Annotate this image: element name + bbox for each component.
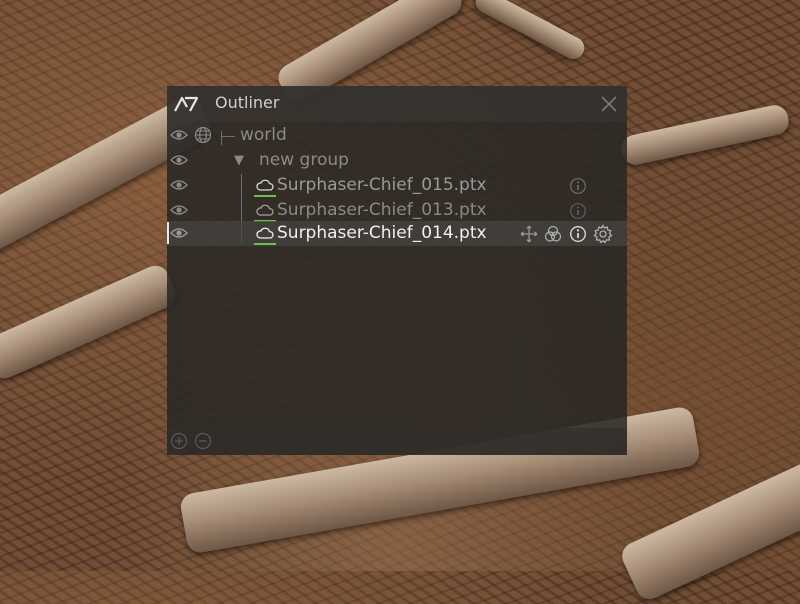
eye-icon[interactable] [170,202,188,218]
eye-icon[interactable] [170,225,188,241]
app-logo-icon [174,96,199,112]
outliner-titlebar[interactable]: Outliner [167,86,627,122]
move-icon[interactable] [520,225,538,243]
minus-icon[interactable] [194,432,212,450]
group-expand-toggle[interactable]: ▼ [234,148,244,173]
eye-icon[interactable] [170,177,188,193]
cloud-icon [256,204,274,216]
selection-marker [167,222,169,244]
background-log [618,102,792,168]
tree-label-item[interactable]: Surphaser-Chief_014.ptx [277,221,487,246]
eye-icon[interactable] [170,127,188,143]
tree-label-item[interactable]: Surphaser-Chief_015.ptx [277,173,487,198]
background-log [471,0,589,63]
plus-icon[interactable] [170,432,188,450]
tree-row-item[interactable]: Surphaser-Chief_015.ptx [167,173,627,198]
background-log [617,456,800,604]
tree-label-item[interactable]: Surphaser-Chief_013.ptx [277,198,487,223]
color-channels-icon[interactable] [544,225,562,243]
info-icon[interactable] [569,225,587,243]
cloud-icon [256,227,274,239]
tree-row-world[interactable]: world [167,123,627,148]
info-icon[interactable] [569,177,587,195]
status-underline [254,243,276,245]
tree-row-item[interactable]: Surphaser-Chief_013.ptx [167,198,627,223]
outliner-panel: Outliner world ▼ new group Surphaser-Chi… [167,86,627,455]
info-icon[interactable] [569,202,587,220]
close-icon[interactable] [599,94,619,114]
status-underline [254,195,276,197]
tree-label-world[interactable]: world [240,123,287,148]
background-log [0,261,181,383]
globe-icon[interactable] [194,126,212,144]
gear-icon[interactable] [593,224,613,244]
tree-row-group[interactable]: ▼ new group [167,148,627,173]
tree-row-item-selected[interactable]: Surphaser-Chief_014.ptx [167,221,627,246]
eye-icon[interactable] [170,152,188,168]
cloud-icon [256,179,274,191]
window-title: Outliner [215,93,280,112]
outliner-footer [167,428,627,455]
tree-label-group[interactable]: new group [259,148,349,173]
